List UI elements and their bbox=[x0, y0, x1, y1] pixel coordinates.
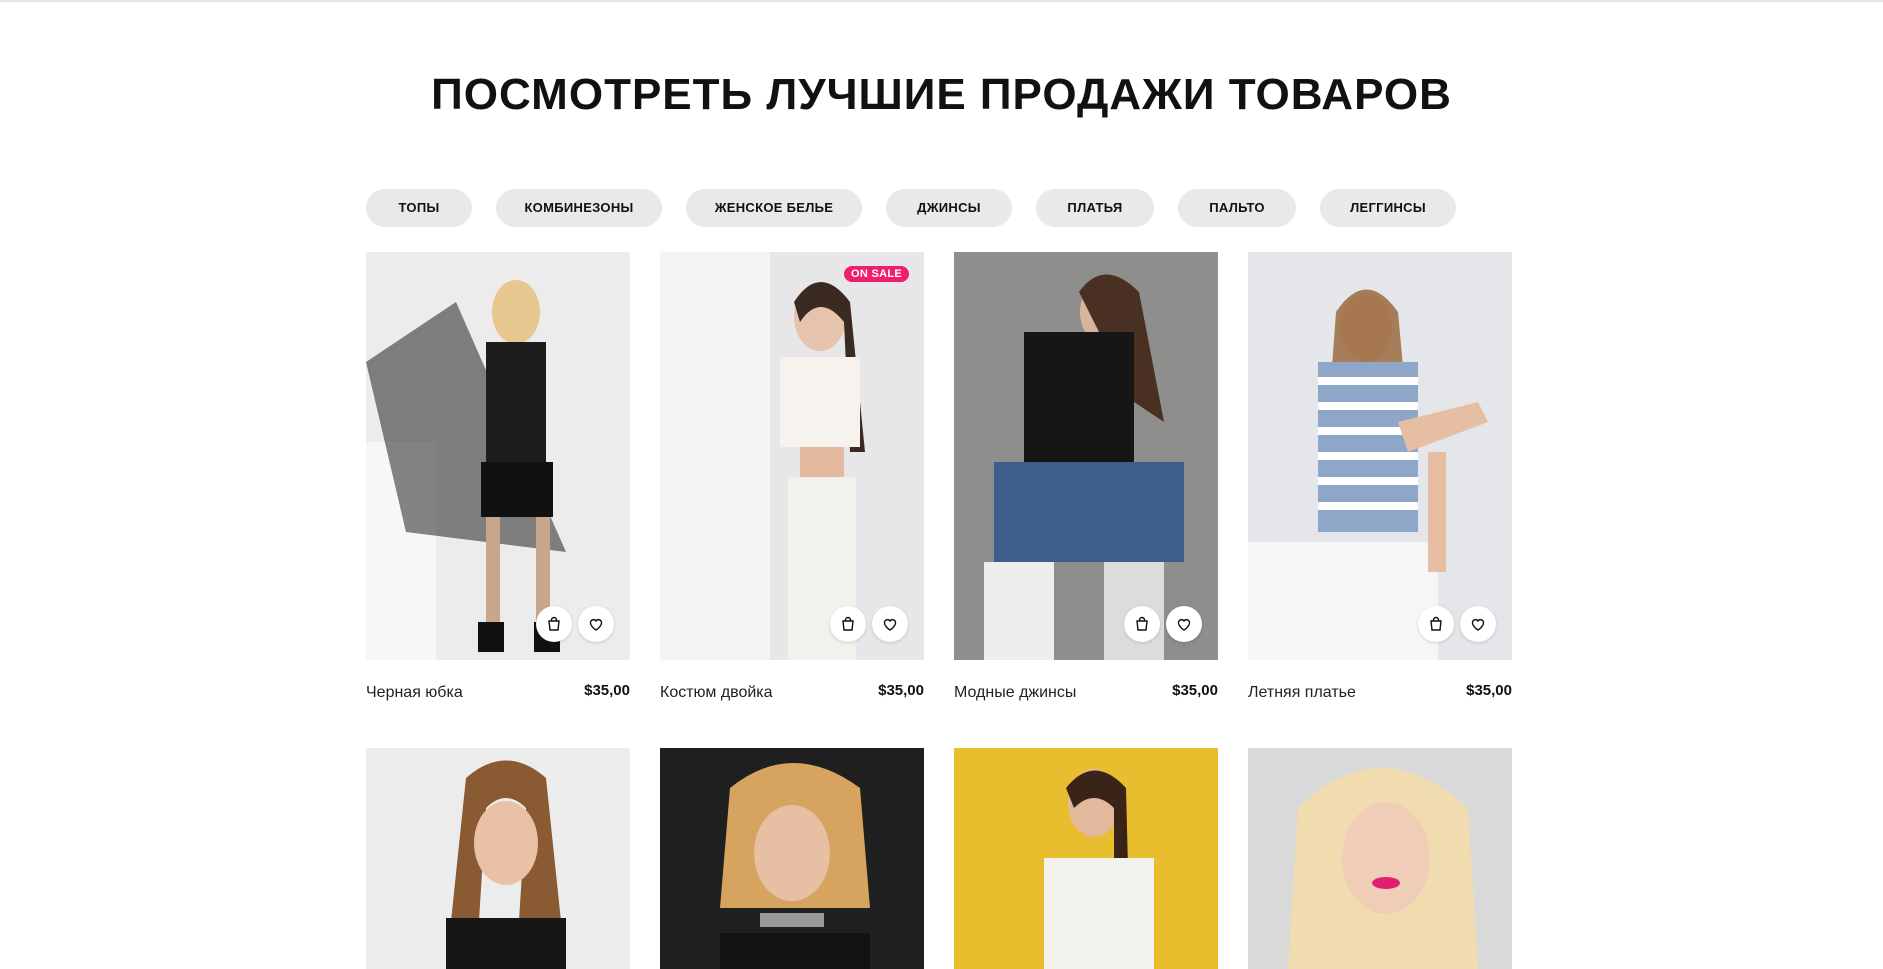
product-name[interactable]: Костюм двойка bbox=[660, 684, 773, 702]
tab-lingerie[interactable]: ЖЕНСКОЕ БЕЛЬЕ bbox=[686, 189, 862, 227]
wishlist-button[interactable] bbox=[578, 606, 614, 642]
product-price: $35,00 bbox=[584, 682, 630, 699]
wishlist-button[interactable] bbox=[1166, 606, 1202, 642]
add-to-cart-button[interactable] bbox=[1124, 606, 1160, 642]
shopping-bag-icon bbox=[1136, 616, 1148, 631]
wishlist-button[interactable] bbox=[872, 606, 908, 642]
tab-jumpsuits[interactable]: КОМБИНЕЗОНЫ bbox=[496, 189, 662, 227]
tab-jeans[interactable]: ДЖИНСЫ bbox=[886, 189, 1012, 227]
tab-coats[interactable]: ПАЛЬТО bbox=[1178, 189, 1296, 227]
add-to-cart-button[interactable] bbox=[536, 606, 572, 642]
top-divider bbox=[0, 0, 1883, 2]
heart-icon bbox=[883, 618, 897, 631]
heart-icon bbox=[589, 618, 603, 631]
product-price: $35,00 bbox=[1172, 682, 1218, 699]
product-name[interactable]: Летняя платье bbox=[1248, 684, 1356, 702]
add-to-cart-button[interactable] bbox=[1418, 606, 1454, 642]
product-image[interactable] bbox=[1248, 748, 1512, 969]
tab-dresses[interactable]: ПЛАТЬЯ bbox=[1036, 189, 1154, 227]
tab-tops[interactable]: ТОПЫ bbox=[366, 189, 472, 227]
section-title: ПОСМОТРЕТЬ ЛУЧШИЕ ПРОДАЖИ ТОВАРОВ bbox=[431, 70, 1452, 119]
shopping-bag-icon bbox=[842, 616, 854, 631]
product-price: $35,00 bbox=[1466, 682, 1512, 699]
product-image[interactable] bbox=[660, 748, 924, 969]
product-image[interactable] bbox=[954, 748, 1218, 969]
shopping-bag-icon bbox=[548, 616, 560, 631]
add-to-cart-button[interactable] bbox=[830, 606, 866, 642]
product-name[interactable]: Модные джинсы bbox=[954, 684, 1076, 702]
product-image[interactable] bbox=[954, 252, 1218, 660]
product-image[interactable]: ON SALE bbox=[660, 252, 924, 660]
wishlist-button[interactable] bbox=[1460, 606, 1496, 642]
sale-badge: ON SALE bbox=[844, 266, 909, 282]
product-image[interactable] bbox=[1248, 252, 1512, 660]
product-image[interactable] bbox=[366, 748, 630, 969]
tab-leggings[interactable]: ЛЕГГИНСЫ bbox=[1320, 189, 1456, 227]
product-name[interactable]: Черная юбка bbox=[366, 684, 463, 702]
product-price: $35,00 bbox=[878, 682, 924, 699]
heart-icon bbox=[1471, 618, 1485, 631]
heart-icon bbox=[1177, 618, 1191, 631]
shopping-bag-icon bbox=[1430, 616, 1442, 631]
product-image[interactable] bbox=[366, 252, 630, 660]
